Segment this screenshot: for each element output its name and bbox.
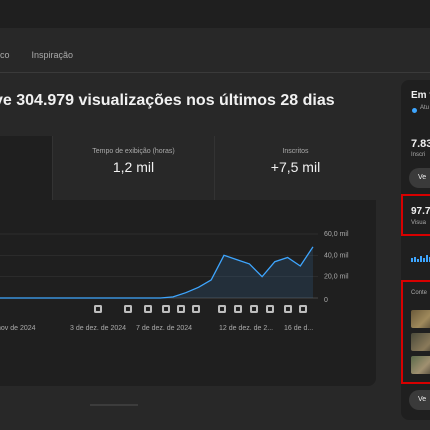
y-tick-label: 0 <box>324 297 328 304</box>
metric-row: Tempo de exibição (horas) 1,2 mil Inscri… <box>0 136 376 200</box>
subscribers-label: Inscri <box>411 152 426 158</box>
upload-marker-glyph <box>146 307 150 311</box>
metric-subscribers[interactable]: Inscritos +7,5 mil <box>215 136 376 200</box>
page-headline: ve 304.979 visualizações nos últimos 28 … <box>0 92 335 109</box>
tab-divider <box>0 72 430 73</box>
upload-marker-glyph <box>164 307 168 311</box>
upload-marker-glyph <box>96 307 100 311</box>
x-tick-label: 16 de d... <box>284 325 313 332</box>
x-tick-label: 12 de dez. de 2... <box>219 325 273 332</box>
upload-marker-glyph <box>252 307 256 311</box>
metric-subscribers-value: +7,5 mil <box>270 159 321 175</box>
sidebar-status: Atu <box>420 105 430 111</box>
upload-marker-glyph <box>268 307 272 311</box>
realtime-sidebar: Em t Atu 7.83 Inscri Ve 97.7 Visua Conte… <box>401 80 430 420</box>
tab-inspiracao[interactable]: Inspiração <box>32 44 74 72</box>
x-tick-label: 3 de dez. de 2024 <box>70 325 126 332</box>
y-tick-label: 60,0 mil <box>324 231 349 238</box>
video-thumbnail[interactable] <box>411 333 430 351</box>
metric-watch-time-label: Tempo de exibição (horas) <box>92 148 175 155</box>
view-more-button[interactable]: Ve <box>409 168 430 188</box>
y-tick-label: 40,0 mil <box>324 252 349 259</box>
upload-marker-glyph <box>236 307 240 311</box>
upload-marker-glyph <box>179 307 183 311</box>
live-dot-icon <box>412 108 417 113</box>
views-label: Visua <box>411 220 426 226</box>
metric-subscribers-label: Inscritos <box>282 148 309 155</box>
x-tick-label: 7 de dez. de 2024 <box>136 325 192 332</box>
upload-marker-glyph <box>220 307 224 311</box>
metric-watch-time[interactable]: Tempo de exibição (horas) 1,2 mil <box>53 136 215 200</box>
video-thumbnail[interactable] <box>411 356 430 374</box>
view-more-button[interactable]: Ve <box>409 390 430 410</box>
views-count: 97.7 <box>411 206 430 217</box>
x-tick-label: nov de 2024 <box>0 325 36 332</box>
video-thumbnail[interactable] <box>411 310 430 328</box>
metric-watch-time-value: 1,2 mil <box>112 159 155 175</box>
content-section-label: Conte <box>411 290 428 296</box>
views-chart: 60,0 mil 40,0 mil 20,0 mil 0 nov de 2024 3 de… <box>0 231 349 332</box>
carousel-indicator <box>90 404 138 406</box>
upload-marker-glyph <box>126 307 130 311</box>
top-bar <box>0 0 430 28</box>
tab-bar: lico Inspiração <box>0 44 73 72</box>
upload-marker-glyph <box>301 307 305 311</box>
mini-bar-chart <box>411 255 430 262</box>
upload-marker-glyph <box>286 307 290 311</box>
upload-marker-glyph <box>194 307 198 311</box>
sidebar-title: Em t <box>411 90 430 101</box>
subscribers-count: 7.83 <box>411 138 430 150</box>
tab-publico[interactable]: lico <box>0 44 10 72</box>
y-tick-label: 20,0 mil <box>324 274 349 281</box>
metric-views[interactable] <box>0 136 53 200</box>
